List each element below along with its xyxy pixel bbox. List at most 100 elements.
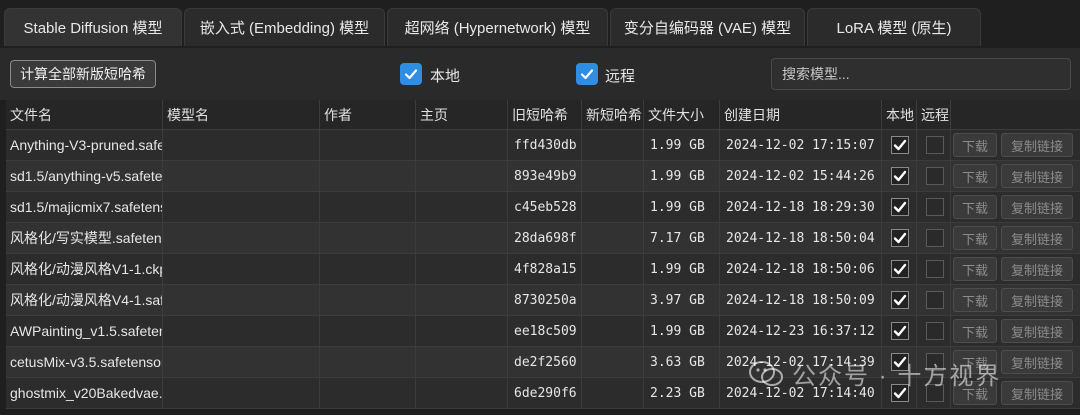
remote-checkbox[interactable] [926, 167, 944, 185]
cell-homepage [416, 347, 508, 378]
cell-date: 2024-12-02 17:15:07 [720, 130, 882, 161]
table-row[interactable]: 风格化/动漫风格V4-1.safetensors 8730250a 3.97 GB2… [6, 285, 1080, 316]
table-header: 文件名 模型名 作者 主页 旧短哈希 新短哈希 文件大小 创建日期 本地 远程 [6, 100, 1080, 130]
search-input[interactable] [771, 58, 1071, 90]
cell-model-name [163, 378, 320, 409]
calc-all-hash-button[interactable]: 计算全部新版短哈希 [10, 60, 156, 88]
local-checkbox[interactable] [891, 322, 909, 340]
cell-remote [917, 285, 951, 316]
local-checkbox[interactable] [891, 167, 909, 185]
cell-filename: cetusMix-v3.5.safetensors [6, 347, 163, 378]
download-button[interactable]: 下载 [953, 257, 997, 281]
tab-stable-diffusion[interactable]: Stable Diffusion 模型 [4, 8, 182, 46]
remote-checkbox[interactable] [926, 198, 944, 216]
tab-hypernetwork[interactable]: 超网络 (Hypernetwork) 模型 [387, 8, 608, 46]
remote-checkbox[interactable] [926, 229, 944, 247]
download-button[interactable]: 下载 [953, 195, 997, 219]
cell-filename: 风格化/写实模型.safetensors [6, 223, 163, 254]
check-icon [893, 294, 907, 306]
local-checkbox[interactable] [891, 229, 909, 247]
copy-link-button[interactable]: 复制链接 [1001, 226, 1073, 250]
cell-old-hash: 28da698f [508, 223, 582, 254]
remote-filter-checkbox[interactable] [576, 63, 598, 85]
cell-date: 2024-12-02 15:44:26 [720, 161, 882, 192]
download-button[interactable]: 下载 [953, 226, 997, 250]
toolbar: 计算全部新版短哈希 本地 远程 [0, 48, 1080, 100]
cell-filename: 风格化/动漫风格V1-1.ckpt [6, 254, 163, 285]
header-filename[interactable]: 文件名 [6, 100, 163, 130]
table-row[interactable]: Anything-V3-pruned.safetensors ffd430db 1.… [6, 130, 1080, 161]
table-row[interactable]: 风格化/写实模型.safetensors 28da698f 7.17 GB2024-… [6, 223, 1080, 254]
cell-model-name [163, 316, 320, 347]
header-new-hash[interactable]: 新短哈希 [582, 100, 644, 130]
cell-new-hash [582, 378, 644, 409]
header-date[interactable]: 创建日期 [720, 100, 882, 130]
table-row[interactable]: AWPainting_v1.5.safetensors ee18c509 1.99 … [6, 316, 1080, 347]
tab-label: Stable Diffusion 模型 [23, 20, 163, 37]
cell-size: 3.63 GB [644, 347, 720, 378]
header-local[interactable]: 本地 [882, 100, 917, 130]
header-actions [951, 100, 1080, 130]
copy-link-button[interactable]: 复制链接 [1001, 164, 1073, 188]
header-old-hash[interactable]: 旧短哈希 [508, 100, 582, 130]
copy-link-button[interactable]: 复制链接 [1001, 257, 1073, 281]
copy-link-button[interactable]: 复制链接 [1001, 350, 1073, 374]
header-author[interactable]: 作者 [320, 100, 416, 130]
remote-checkbox[interactable] [926, 260, 944, 278]
cell-old-hash: 893e49b9 [508, 161, 582, 192]
header-model-name[interactable]: 模型名 [163, 100, 320, 130]
cell-size: 1.99 GB [644, 316, 720, 347]
cell-date: 2024-12-23 16:37:12 [720, 316, 882, 347]
download-button[interactable]: 下载 [953, 164, 997, 188]
cell-size: 1.99 GB [644, 192, 720, 223]
cell-author [320, 192, 416, 223]
remote-checkbox[interactable] [926, 322, 944, 340]
copy-link-button[interactable]: 复制链接 [1001, 133, 1073, 157]
cell-new-hash [582, 254, 644, 285]
cell-size: 1.99 GB [644, 161, 720, 192]
download-button[interactable]: 下载 [953, 133, 997, 157]
download-button[interactable]: 下载 [953, 319, 997, 343]
local-checkbox[interactable] [891, 198, 909, 216]
local-checkbox[interactable] [891, 136, 909, 154]
remote-filter-label: 远程 [605, 68, 636, 85]
header-remote[interactable]: 远程 [917, 100, 951, 130]
cell-date: 2024-12-18 18:50:09 [720, 285, 882, 316]
tab-embedding[interactable]: 嵌入式 (Embedding) 模型 [184, 8, 385, 46]
cell-author [320, 285, 416, 316]
cell-old-hash: 8730250a [508, 285, 582, 316]
local-checkbox[interactable] [891, 291, 909, 309]
download-button[interactable]: 下载 [953, 288, 997, 312]
table-row[interactable]: sd1.5/majicmix7.safetensors c45eb528 1.99 … [6, 192, 1080, 223]
copy-link-button[interactable]: 复制链接 [1001, 381, 1073, 405]
header-size[interactable]: 文件大小 [644, 100, 720, 130]
cell-homepage [416, 130, 508, 161]
cell-actions: 下载 复制链接 [951, 316, 1080, 347]
table-row[interactable]: 风格化/动漫风格V1-1.ckpt 4f828a15 1.99 GB 2024-12-… [6, 254, 1080, 285]
copy-link-button[interactable]: 复制链接 [1001, 319, 1073, 343]
cell-new-hash [582, 192, 644, 223]
table-row[interactable]: sd1.5/anything-v5.safetensors 893e49b9 1.9… [6, 161, 1080, 192]
cell-size: 1.99 GB [644, 254, 720, 285]
cell-remote [917, 316, 951, 347]
cell-homepage [416, 316, 508, 347]
copy-link-button[interactable]: 复制链接 [1001, 288, 1073, 312]
remote-checkbox[interactable] [926, 291, 944, 309]
remote-checkbox[interactable] [926, 136, 944, 154]
tab-lora[interactable]: LoRA 模型 (原生) [807, 8, 981, 46]
local-filter-checkbox[interactable] [400, 63, 422, 85]
cell-filename: Anything-V3-pruned.safetensors [6, 130, 163, 161]
cell-author [320, 223, 416, 254]
watermark: 公众号 · 十方视界 [748, 356, 1001, 391]
tab-vae[interactable]: 变分自编码器 (VAE) 模型 [610, 8, 805, 46]
cell-local [882, 316, 917, 347]
cell-filename: 风格化/动漫风格V4-1.safetensors [6, 285, 163, 316]
cell-author [320, 254, 416, 285]
local-checkbox[interactable] [891, 260, 909, 278]
cell-model-name [163, 161, 320, 192]
cell-homepage [416, 254, 508, 285]
copy-link-button[interactable]: 复制链接 [1001, 195, 1073, 219]
header-homepage[interactable]: 主页 [416, 100, 508, 130]
cell-local [882, 161, 917, 192]
cell-local [882, 192, 917, 223]
